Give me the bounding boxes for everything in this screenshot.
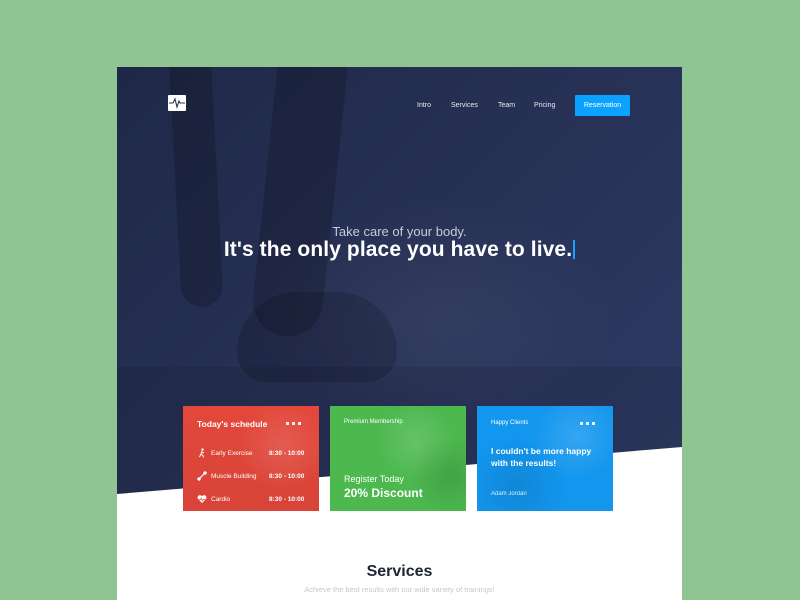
nav-intro[interactable]: Intro [417,102,431,109]
clients-label: Happy Clients [491,420,529,426]
dumbbell-icon [196,470,208,482]
more-dots-icon[interactable] [580,422,595,425]
client-quote: I couldn't be more happy with the result… [491,446,592,468]
landing-page: Intro Services Team Pricing Reservation … [117,67,682,600]
heart-pulse-icon [197,494,207,504]
runner-icon [197,448,207,458]
hero-headline: It's the only place you have to live. [117,238,682,262]
membership-label: Premium Membership [344,419,403,425]
services-subtitle: Achieve the best results with our wide v… [304,585,495,594]
services-title: Services [366,563,433,580]
heartbeat-icon[interactable] [168,95,186,111]
membership-card[interactable]: Premium Membership Register Today 20% Di… [330,406,466,511]
hero-photo-shoe [237,292,397,382]
membership-discount: 20% Discount [344,486,423,500]
schedule-row-time: 8:30 - 10:00 [269,450,305,457]
schedule-row-time: 8:30 - 10:00 [269,496,305,503]
client-author: Adam Jordan [491,491,527,497]
schedule-row[interactable]: Cardio 8:30 - 10:00 [197,494,307,506]
nav-team[interactable]: Team [498,102,515,109]
clients-card[interactable]: Happy Clients I couldn't be more happy w… [477,406,613,511]
text-caret [573,240,576,259]
schedule-row-time: 8:30 - 10:00 [269,473,305,480]
schedule-title: Today's schedule [197,419,268,429]
schedule-row[interactable]: Muscle Building 8:30 - 10:00 [196,470,307,483]
membership-register-text: Register Today [344,474,404,484]
schedule-row-name: Cardio [211,496,231,503]
hero-tagline: Take care of your body. [332,224,467,239]
schedule-row[interactable]: Early Exercise 8:30 - 10:00 [197,448,307,460]
reservation-button[interactable]: Reservation [575,95,630,116]
hero-headline-text: It's the only place you have to live. [223,238,573,261]
schedule-card[interactable]: Today's schedule Early Exercise 8:30 - 1… [183,406,319,511]
nav-pricing[interactable]: Pricing [534,102,555,109]
nav-services[interactable]: Services [451,102,478,109]
schedule-row-name: Early Exercise [211,450,253,457]
more-dots-icon[interactable] [286,422,301,425]
schedule-row-name: Muscle Building [211,473,257,480]
